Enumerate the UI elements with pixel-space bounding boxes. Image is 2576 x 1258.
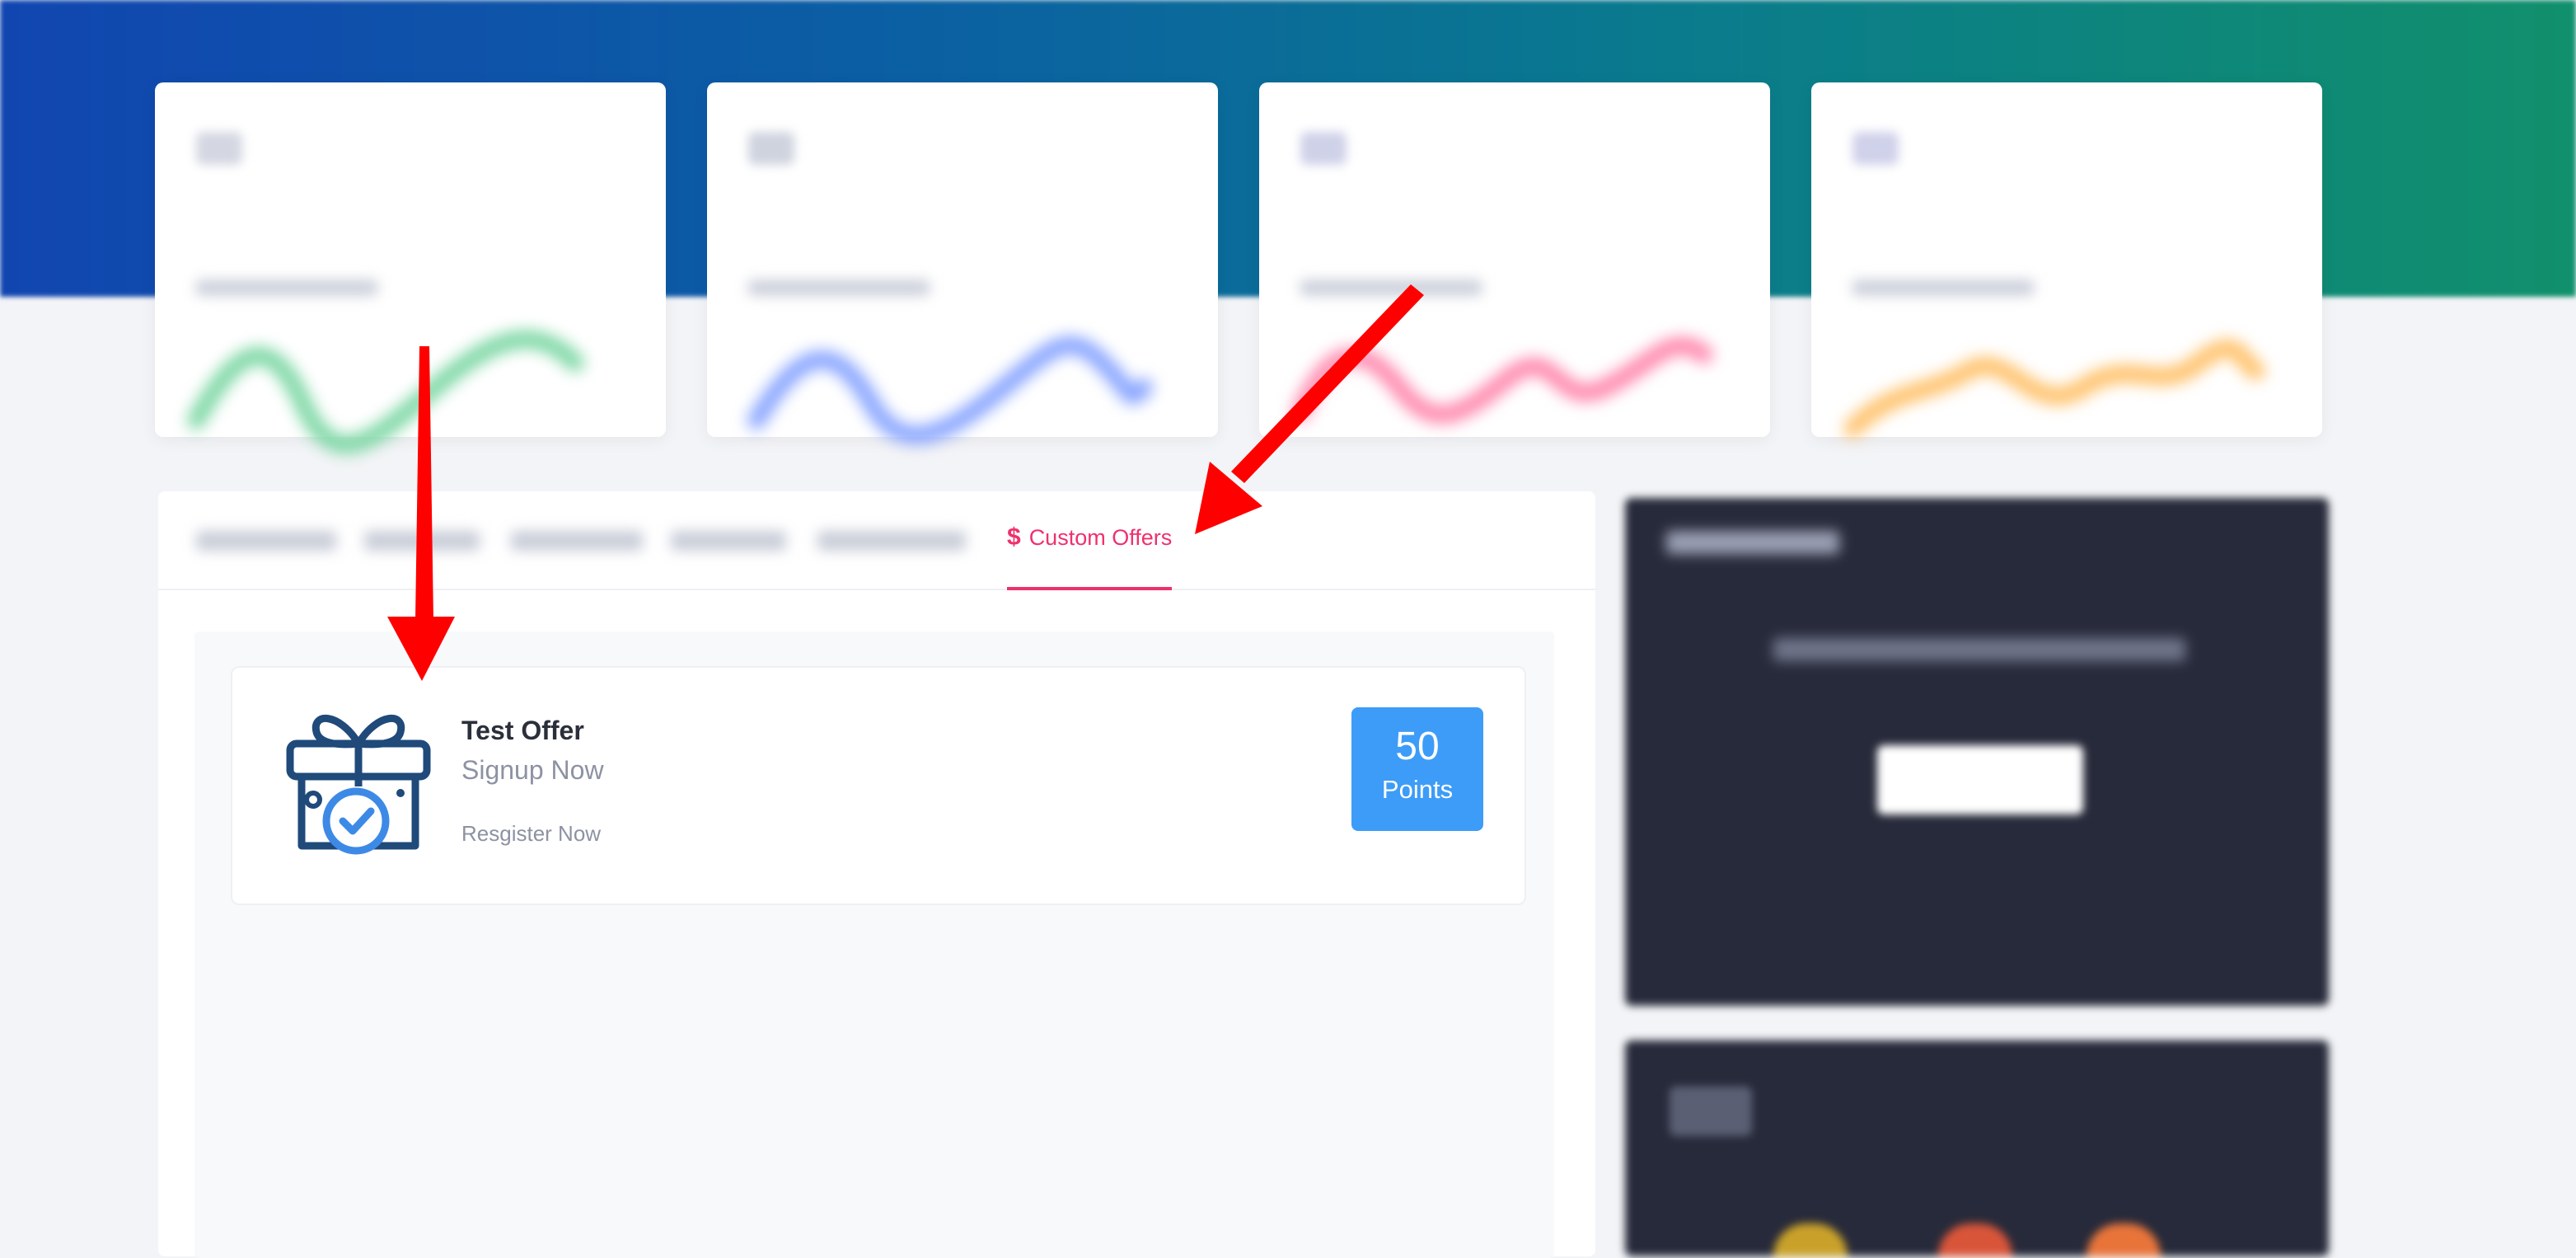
tab-blurred-5[interactable] [817,531,966,551]
tab-blurred-2[interactable] [364,531,480,551]
stat-value-placeholder [1300,132,1347,165]
stat-value-placeholder [748,132,794,165]
points-unit: Points [1381,775,1454,804]
sparkline-green [188,330,584,454]
stat-value-placeholder [1852,132,1899,165]
sidebar-card-button-placeholder[interactable] [1877,745,2083,814]
sparkline-blue [747,336,1153,444]
points-badge[interactable]: 50 Points [1351,707,1483,831]
tab-custom-offers[interactable]: $ Custom Offers [1007,521,1173,590]
chart-blob [1773,1223,1848,1256]
tab-blurred-4[interactable] [671,531,786,551]
stat-card-4 [1811,82,2322,438]
gift-box-check-icon [286,714,431,855]
offer-card[interactable]: Test Offer Signup Now Resgister Now 50 P… [231,666,1526,905]
stat-value-placeholder [196,132,242,165]
stat-card-3 [1259,82,1770,437]
stat-label-placeholder [1852,280,2034,295]
sidebar-card-text-placeholder [1773,638,2185,661]
points-value: 50 [1395,725,1440,768]
tab-custom-offers-label: Custom Offers [1028,525,1173,550]
offer-title: Test Offer [461,716,584,745]
offer-description: Resgister Now [461,821,602,846]
tab-blurred-3[interactable] [511,531,643,551]
sidebar-chip-placeholder [1670,1087,1752,1136]
stat-card-2 [707,82,1218,444]
sidebar-card-top [1625,498,2329,1006]
dollar-icon: $ [1007,523,1021,551]
chart-blob [2087,1223,2161,1256]
sparkline-pink [1292,336,1713,424]
stat-label-placeholder [196,280,377,295]
offers-list: Test Offer Signup Now Resgister Now 50 P… [194,631,1554,1258]
offers-panel: $ Custom Offers Test Offer Signup Now Re… [158,491,1595,1258]
chart-blob [1938,1223,2012,1256]
sidebar-card-bottom [1625,1040,2329,1256]
stat-label-placeholder [748,280,930,295]
sparkline-orange [1844,339,2265,438]
sidebar-card-heading-placeholder [1666,531,1839,554]
stat-label-placeholder [1300,280,1482,295]
stat-card-1 [155,82,666,454]
offer-subtitle: Signup Now [461,755,604,785]
tab-bar: $ Custom Offers [158,491,1595,590]
tab-blurred-1[interactable] [196,531,336,551]
